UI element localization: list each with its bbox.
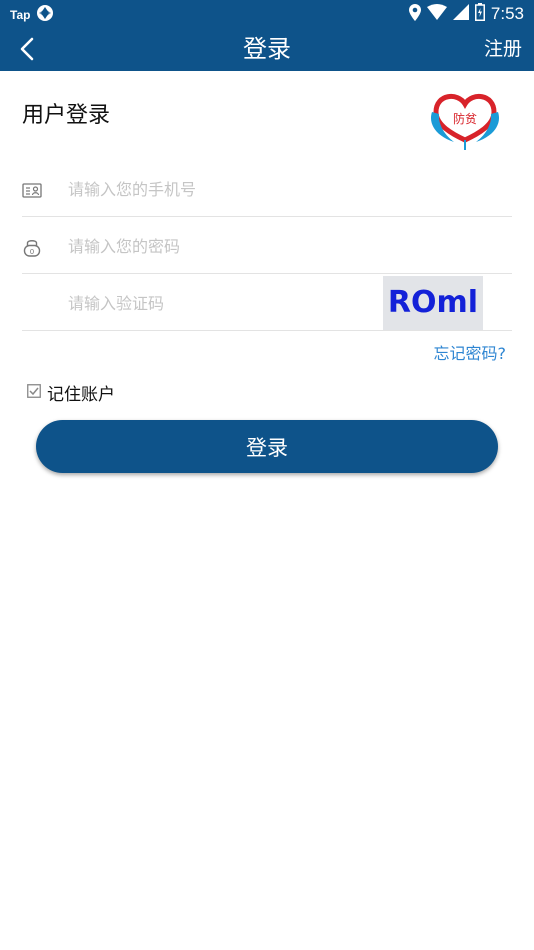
logo-text: 防贫 [453,111,477,126]
lock-icon: 0 [22,237,42,257]
location-icon [408,3,421,25]
back-arrow-icon [20,37,34,61]
status-time: 7:53 [490,4,524,23]
battery-icon [474,3,485,25]
remember-account-label: 记住账户 [47,385,115,405]
password-field-row: 0 [22,217,512,274]
signal-icon [452,4,469,24]
phone-field-row [22,160,512,217]
id-card-icon [22,180,42,200]
app-notification-icon [36,4,54,26]
svg-text:0: 0 [30,248,34,256]
status-app-label: Tap [10,8,31,22]
back-button[interactable] [12,34,42,64]
wifi-icon [426,4,447,24]
status-bar: Tap 7:53 [0,0,534,28]
captcha-input[interactable] [68,288,368,318]
status-bar-left: Tap [10,4,54,26]
register-button[interactable]: 注册 [484,28,522,71]
login-heading: 用户登录 [22,103,111,128]
phone-input[interactable] [68,174,368,204]
password-input[interactable] [68,231,368,261]
login-button[interactable]: 登录 [36,420,498,473]
forgot-password-link[interactable]: 忘记密码? [434,340,507,364]
captcha-field-row: ROml [22,274,512,331]
poverty-alleviation-logo: 防贫 [428,92,502,152]
app-bar: 登录 注册 [0,28,534,71]
captcha-image[interactable]: ROml [383,276,483,330]
checkbox-checked-icon [27,383,41,402]
remember-account-checkbox[interactable]: 记住账户 [27,380,115,405]
status-bar-right: 7:53 [408,3,524,25]
page-title: 登录 [243,35,291,63]
